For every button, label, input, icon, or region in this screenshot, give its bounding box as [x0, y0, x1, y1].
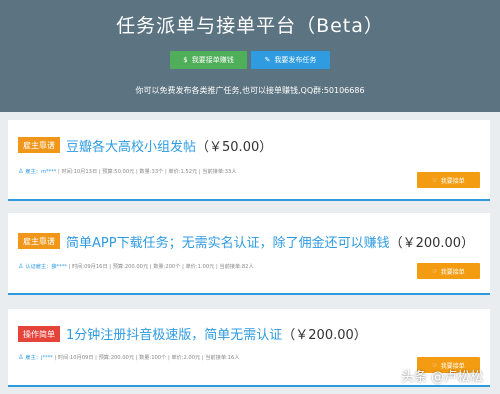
- task-title-text: 1分钟注册抖音极速版，简单无需认证: [66, 328, 283, 343]
- task-title[interactable]: 豆瓣各大高校小组发帖（￥50.00）: [66, 136, 272, 155]
- task-title[interactable]: 1分钟注册抖音极速版，简单无需认证（￥200.00）: [66, 324, 367, 343]
- task-details: | 时间:09月16日 | 预算:200.00元 | 数量:200个 | 单价:…: [68, 264, 254, 270]
- user-icon: ♙: [18, 263, 24, 270]
- task-details: | 时间:10月13日 | 预算:50.00元 | 数量:33个 | 单价:1.…: [58, 169, 237, 175]
- task-title[interactable]: 简单APP下载任务；无需实名认证，除了佣金还可以赚钱（￥200.00）: [66, 232, 474, 251]
- header-banner: 任务派单与接单平台（Beta） $ 我要接单赚钱 ✎ 我要发布任务 你可以免费发…: [0, 0, 500, 112]
- task-details: | 时间:10月09日 | 预算:200.00元 | 数量:100个 | 单价:…: [54, 355, 240, 361]
- take-order-button[interactable]: ☞ 我要接单: [417, 263, 480, 279]
- take-order-label: 我要接单: [440, 177, 465, 185]
- user-icon: ♙: [18, 168, 24, 175]
- task-card: 雇主靠谱 豆瓣各大高校小组发帖（￥50.00） ♙ 雇主：m**** | 时间:1…: [8, 120, 490, 201]
- take-order-label: 我要接单: [440, 268, 465, 276]
- task-title-text: 豆瓣各大高校小组发帖: [66, 140, 197, 155]
- accept-orders-label: 我要接单赚钱: [191, 56, 234, 64]
- accept-orders-button[interactable]: $ 我要接单赚钱: [170, 51, 247, 69]
- task-card: 雇主靠谱 简单APP下载任务；无需实名认证，除了佣金还可以赚钱（￥200.00）…: [8, 213, 490, 295]
- publish-task-label: 我要发布任务: [274, 56, 317, 64]
- edit-icon: ✎: [264, 56, 271, 64]
- dollar-icon: $: [183, 56, 188, 64]
- hand-icon: ☞: [432, 267, 438, 275]
- watermark: 头条 @卢松松: [401, 370, 484, 385]
- header-note: 你可以免费发布各类推广任务,也可以接单赚钱,QQ群:50106686: [135, 86, 365, 95]
- header-actions: $ 我要接单赚钱 ✎ 我要发布任务: [0, 51, 500, 69]
- task-meta: ♙ 雇主：j**** | 时间:10月09日 | 预算:200.00元 | 数量:…: [18, 354, 240, 361]
- hand-icon: ☞: [432, 176, 438, 184]
- task-badge: 操作简单: [18, 326, 60, 342]
- user-icon: ♙: [18, 354, 24, 361]
- task-price: （￥50.00）: [196, 140, 273, 155]
- task-badge: 雇主靠谱: [18, 233, 60, 249]
- task-meta: ♙ 雇主：m**** | 时间:10月13日 | 预算:50.00元 | 数量:3…: [18, 168, 237, 175]
- task-price: （￥200.00）: [389, 236, 475, 251]
- task-price: （￥200.00）: [282, 328, 367, 343]
- take-order-button[interactable]: ☞ 我要接单: [417, 172, 480, 188]
- task-title-text: 简单APP下载任务；无需实名认证，除了佣金还可以赚钱: [66, 236, 390, 251]
- task-badge: 雇主靠谱: [18, 137, 60, 153]
- page-title: 任务派单与接单平台（Beta）: [116, 15, 384, 37]
- task-meta: ♙ 认证雇主：薛**** | 时间:09月16日 | 预算:200.00元 | 数…: [18, 263, 254, 270]
- publish-task-button[interactable]: ✎ 我要发布任务: [251, 51, 330, 69]
- task-poster: 雇主：m****: [25, 169, 57, 175]
- task-poster: 雇主：j****: [25, 355, 53, 361]
- task-poster: 认证雇主：薛****: [25, 264, 67, 270]
